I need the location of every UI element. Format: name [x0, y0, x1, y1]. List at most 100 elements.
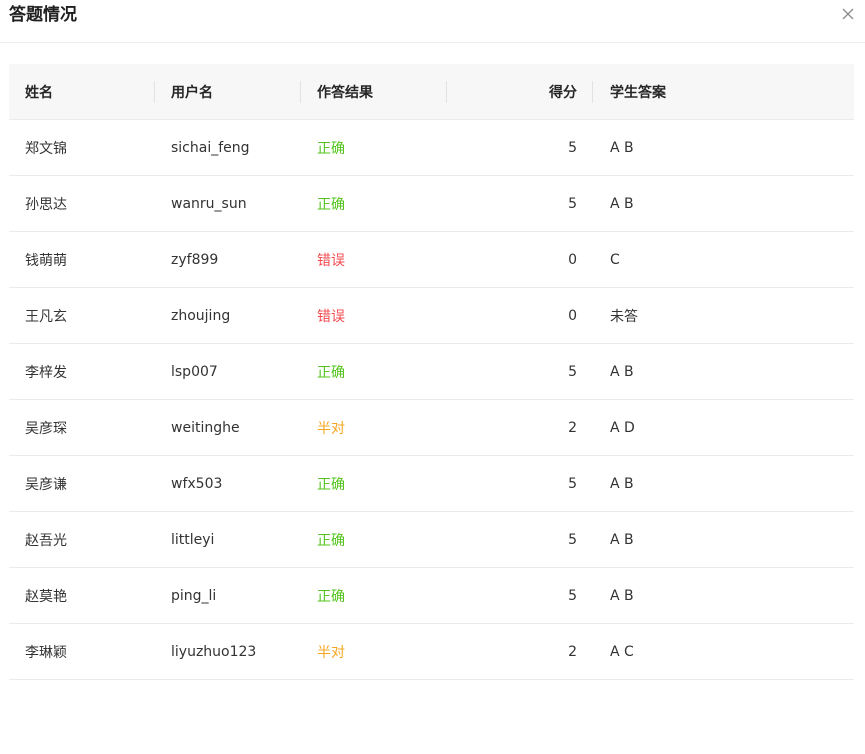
cell-score: 5 — [447, 196, 593, 212]
cell-score: 2 — [447, 644, 593, 660]
cell-result: 半对 — [301, 642, 447, 662]
cell-username-text: weitinghe — [171, 419, 240, 436]
cell-username-text: ping_li — [171, 587, 217, 604]
table-row: 赵吾光 littleyi 正确 5 A B — [9, 512, 854, 568]
cell-answer: A B — [593, 476, 854, 492]
cell-result-text: 正确 — [317, 588, 345, 605]
column-header-answer: 学生答案 — [593, 64, 854, 119]
cell-name-text: 郑文锦 — [25, 140, 67, 157]
cell-name-text: 吴彦琛 — [25, 420, 67, 437]
cell-score-text: 5 — [568, 475, 577, 492]
cell-username: wfx503 — [155, 476, 301, 492]
cell-username: lsp007 — [155, 364, 301, 380]
cell-score-text: 5 — [568, 139, 577, 156]
cell-result-text: 正确 — [317, 196, 345, 213]
dialog-title: 答题情况 — [9, 5, 77, 25]
cell-result-text: 正确 — [317, 364, 345, 381]
table-row: 钱萌萌 zyf899 错误 0 C — [9, 232, 854, 288]
cell-name: 钱萌萌 — [9, 250, 155, 270]
column-header-score: 得分 — [447, 64, 593, 119]
cell-username-text: lsp007 — [171, 363, 218, 380]
cell-username-text: wfx503 — [171, 475, 223, 492]
table-row: 王凡玄 zhoujing 错误 0 未答 — [9, 288, 854, 344]
cell-score-text: 5 — [568, 195, 577, 212]
close-icon[interactable] — [840, 6, 856, 22]
cell-username: weitinghe — [155, 420, 301, 436]
cell-username-text: sichai_feng — [171, 139, 250, 156]
cell-score: 5 — [447, 140, 593, 156]
cell-name: 李梓发 — [9, 362, 155, 382]
cell-result: 正确 — [301, 586, 447, 606]
cell-result-text: 错误 — [317, 308, 345, 325]
cell-answer-text: 未答 — [610, 308, 638, 325]
cell-score-text: 2 — [568, 643, 577, 660]
cell-result-text: 正确 — [317, 476, 345, 493]
cell-answer-text: A B — [610, 531, 634, 548]
cell-result: 正确 — [301, 474, 447, 494]
table-row: 李琳颖 liyuzhuo123 半对 2 A C — [9, 624, 854, 680]
cell-answer: A B — [593, 364, 854, 380]
column-header-name-label: 姓名 — [25, 84, 53, 101]
cell-username: littleyi — [155, 532, 301, 548]
cell-result-text: 正确 — [317, 140, 345, 157]
cell-name-text: 王凡玄 — [25, 308, 67, 325]
cell-score: 5 — [447, 364, 593, 380]
cell-answer: C — [593, 252, 854, 268]
cell-name-text: 吴彦谦 — [25, 476, 67, 493]
cell-score-text: 0 — [568, 307, 577, 324]
cell-name: 王凡玄 — [9, 306, 155, 326]
cell-score: 5 — [447, 532, 593, 548]
cell-score: 0 — [447, 252, 593, 268]
cell-result: 半对 — [301, 418, 447, 438]
table-row: 郑文锦 sichai_feng 正确 5 A B — [9, 120, 854, 176]
cell-result: 错误 — [301, 250, 447, 270]
cell-result: 正确 — [301, 362, 447, 382]
cell-answer-text: A C — [610, 643, 634, 660]
column-header-answer-label: 学生答案 — [610, 84, 666, 101]
cell-answer: A B — [593, 196, 854, 212]
cell-answer-text: A D — [610, 419, 635, 436]
cell-name: 赵莫艳 — [9, 586, 155, 606]
column-header-result: 作答结果 — [301, 64, 447, 119]
cell-result: 正确 — [301, 530, 447, 550]
cell-username: wanru_sun — [155, 196, 301, 212]
cell-result-text: 正确 — [317, 532, 345, 549]
table-header: 姓名 用户名 作答结果 得分 学生答案 — [9, 64, 854, 120]
cell-answer-text: A B — [610, 139, 634, 156]
cell-name-text: 李琳颖 — [25, 644, 67, 661]
close-icon-graphic — [842, 8, 854, 20]
cell-name: 赵吾光 — [9, 530, 155, 550]
column-header-username-label: 用户名 — [171, 84, 213, 101]
cell-result-text: 错误 — [317, 252, 345, 269]
cell-answer-text: A B — [610, 363, 634, 380]
cell-username: zhoujing — [155, 308, 301, 324]
table-row: 李梓发 lsp007 正确 5 A B — [9, 344, 854, 400]
cell-username-text: wanru_sun — [171, 195, 247, 212]
cell-name: 孙思达 — [9, 194, 155, 214]
cell-name: 郑文锦 — [9, 138, 155, 158]
cell-score-text: 0 — [568, 251, 577, 268]
cell-name: 吴彦谦 — [9, 474, 155, 494]
cell-name-text: 赵吾光 — [25, 532, 67, 549]
cell-score: 5 — [447, 476, 593, 492]
cell-answer: A B — [593, 532, 854, 548]
cell-score: 0 — [447, 308, 593, 324]
cell-username-text: zyf899 — [171, 251, 219, 268]
dialog-header: 答题情况 — [0, 0, 865, 43]
cell-username: liyuzhuo123 — [155, 644, 301, 660]
cell-score-text: 2 — [568, 419, 577, 436]
table-row: 吴彦谦 wfx503 正确 5 A B — [9, 456, 854, 512]
cell-name-text: 钱萌萌 — [25, 252, 67, 269]
cell-result-text: 半对 — [317, 420, 345, 437]
cell-answer-text: A B — [610, 587, 634, 604]
cell-name: 吴彦琛 — [9, 418, 155, 438]
cell-username-text: zhoujing — [171, 307, 231, 324]
cell-answer-text: A B — [610, 195, 634, 212]
cell-answer: A D — [593, 420, 854, 436]
cell-answer-text: C — [610, 251, 620, 268]
cell-answer: A C — [593, 644, 854, 660]
column-header-score-label: 得分 — [549, 84, 577, 101]
cell-answer: A B — [593, 140, 854, 156]
cell-name: 李琳颖 — [9, 642, 155, 662]
table-row: 吴彦琛 weitinghe 半对 2 A D — [9, 400, 854, 456]
